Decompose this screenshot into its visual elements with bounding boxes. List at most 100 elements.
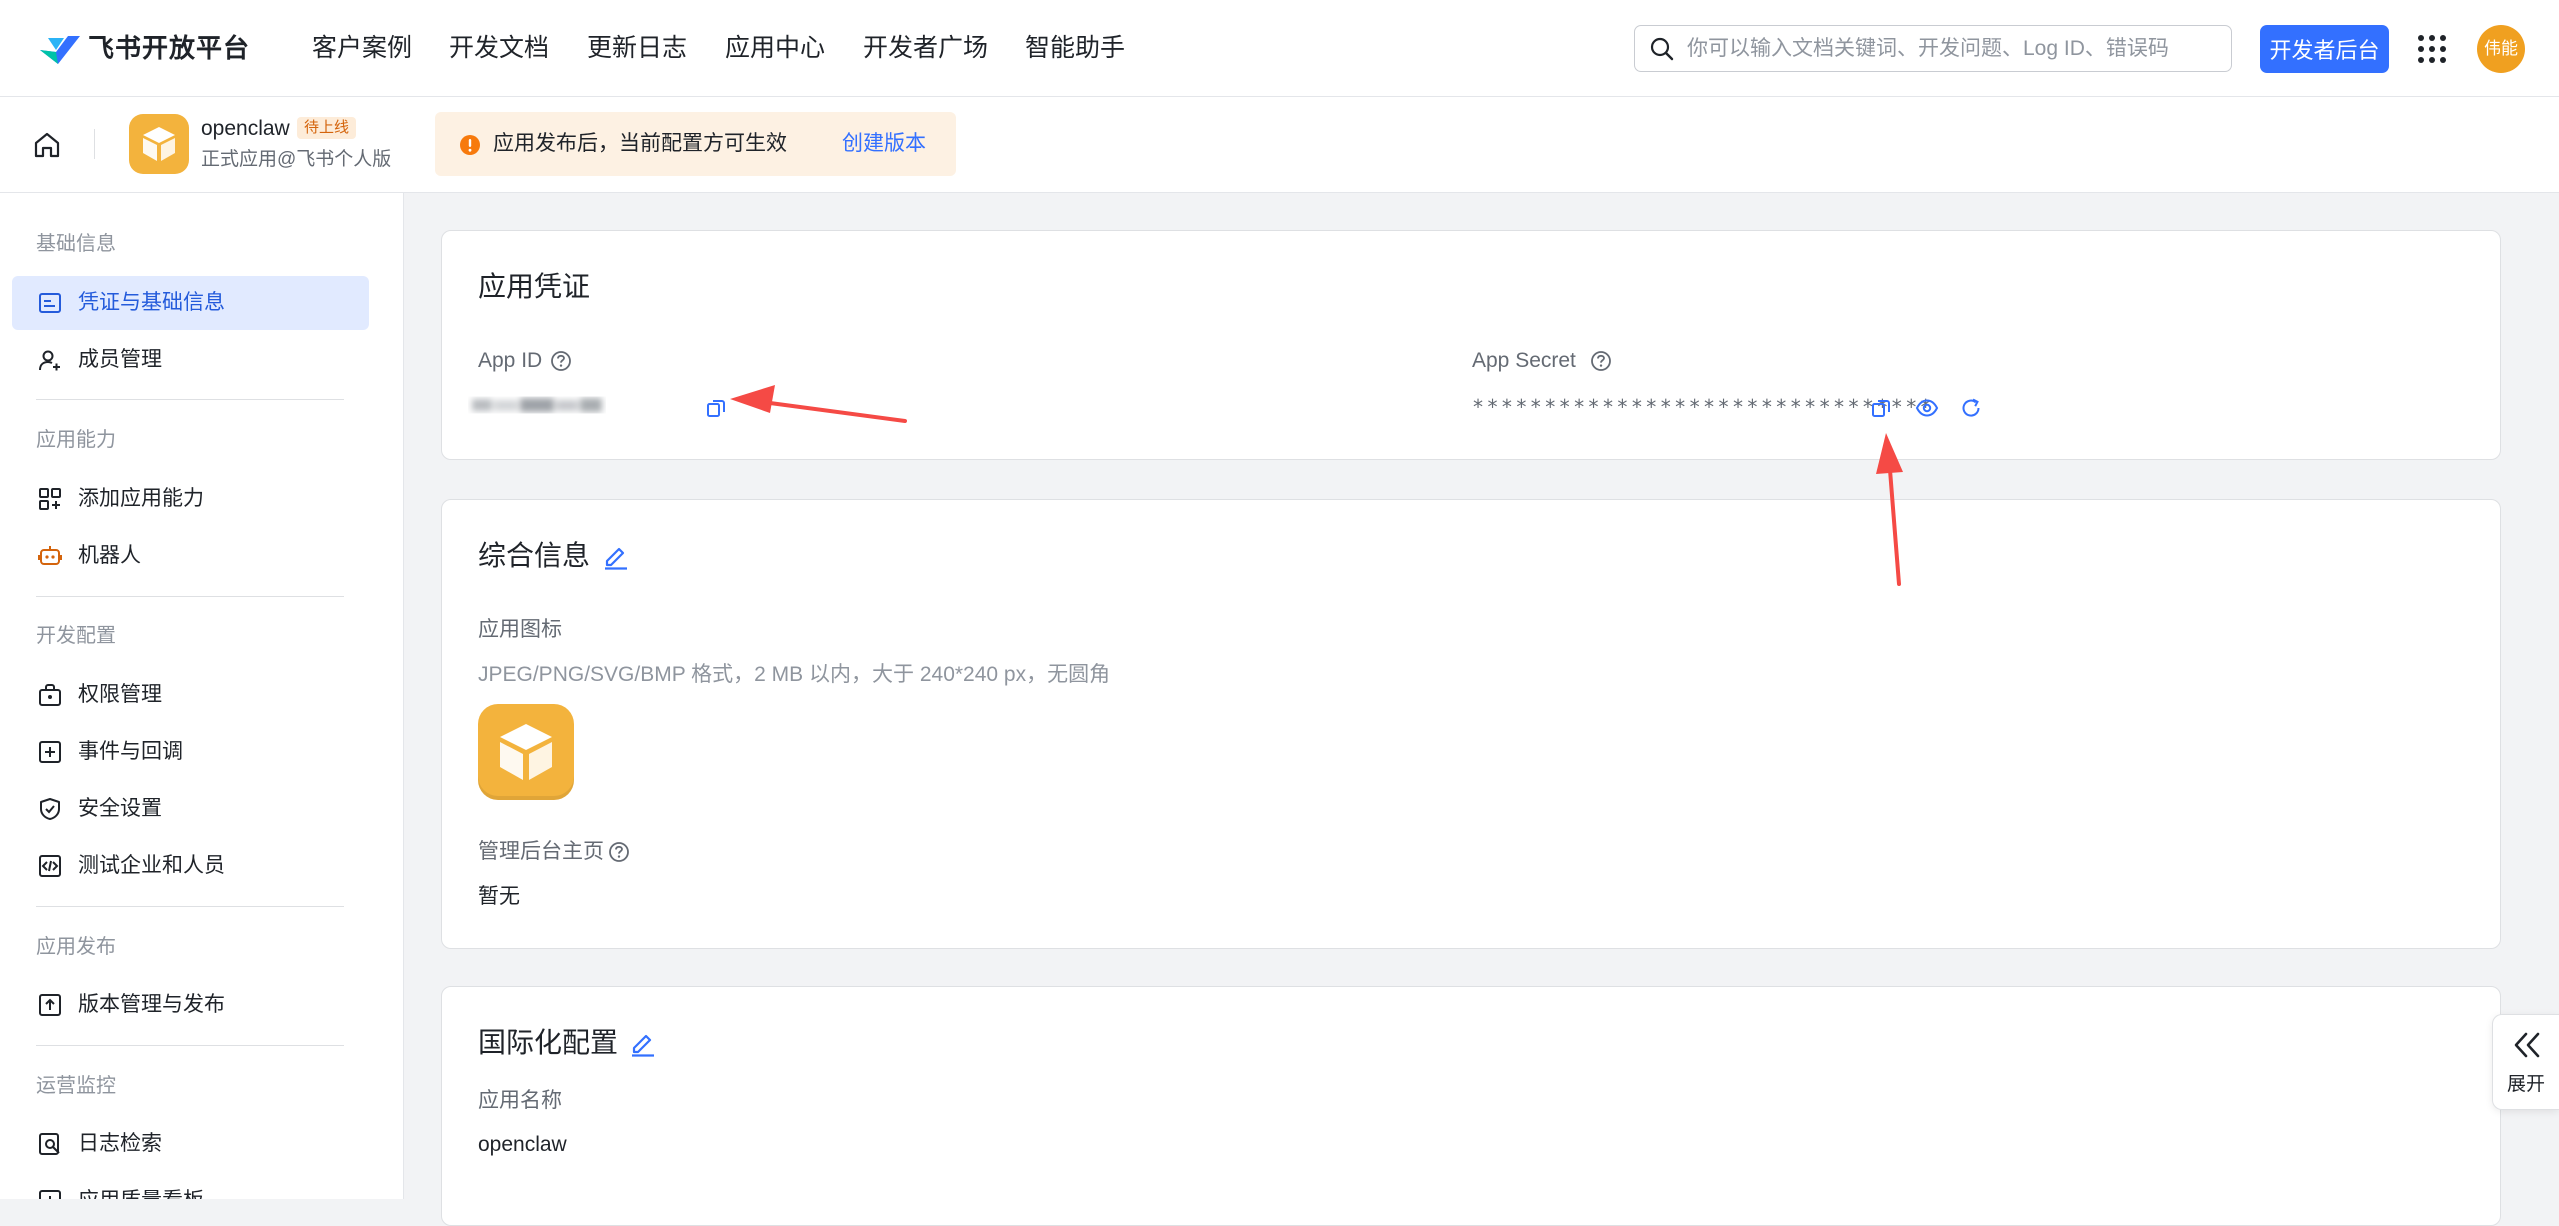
sidebar-item-label: 安全设置	[78, 797, 162, 820]
search-input[interactable]	[1687, 32, 2217, 66]
sidebar-divider	[36, 906, 344, 907]
general-info-title: 综合信息	[478, 540, 591, 571]
developer-console-button[interactable]: 开发者后台	[2260, 25, 2389, 73]
header-divider	[94, 129, 95, 159]
sidebar-item-label: 测试企业和人员	[78, 854, 225, 877]
user-avatar[interactable]: 伟能	[2477, 25, 2525, 73]
app-name-label: 应用名称	[478, 1089, 562, 1112]
app-header: openclaw 待上线 正式应用@飞书个人版 应用发布后，当前配置方可生效 创…	[0, 97, 2559, 193]
sidebar-item-label: 添加应用能力	[78, 487, 204, 510]
nav-ai-assistant[interactable]: 智能助手	[1025, 30, 1125, 66]
app-id-label: App ID	[478, 349, 543, 372]
expand-label: 展开	[2507, 1074, 2546, 1095]
general-info-card: 综合信息 应用图标 JPEG/PNG/SVG/BMP 格式，2 MB 以内，大于…	[441, 499, 2501, 949]
sidebar-group-release: 应用发布	[36, 936, 116, 958]
sidebar-item-add-ability[interactable]: 添加应用能力	[12, 472, 369, 526]
sidebar-group-app-abilities: 应用能力	[36, 429, 116, 451]
cube-icon	[500, 724, 552, 780]
nav-customer-cases[interactable]: 客户案例	[312, 30, 412, 66]
copy-app-secret-icon[interactable]	[1870, 397, 1892, 419]
app-icon	[129, 114, 189, 174]
credentials-card: 应用凭证 App ID App Secret *****************…	[441, 230, 2501, 460]
member-icon	[39, 350, 60, 371]
sidebar-divider	[36, 596, 344, 597]
sidebar-group-basic-info: 基础信息	[36, 233, 116, 255]
sidebar-item-test-tenants[interactable]: 测试企业和人员	[12, 839, 369, 893]
sidebar-item-credentials[interactable]: 凭证与基础信息	[12, 276, 369, 330]
sidebar-item-label: 权限管理	[78, 683, 162, 706]
i18n-card: 国际化配置 应用名称 openclaw	[441, 986, 2501, 1226]
sidebar-item-label: 应用质量看板	[78, 1186, 204, 1199]
credentials-title: 应用凭证	[478, 271, 591, 302]
app-secret-value: ********************************	[1472, 395, 1935, 419]
sidebar: 基础信息 凭证与基础信息 成员管理 应用能力 添加应用能力 机器人 开发配置 权…	[0, 193, 404, 1199]
home-icon[interactable]	[32, 130, 62, 160]
event-icon	[39, 741, 61, 763]
edit-i18n-icon[interactable]	[629, 1029, 657, 1057]
help-icon[interactable]	[1590, 350, 1612, 372]
permission-icon	[39, 684, 61, 706]
notice-text: 应用发布后，当前配置方可生效	[493, 132, 787, 155]
nav-dev-square[interactable]: 开发者广场	[863, 30, 988, 66]
sidebar-item-label: 成员管理	[78, 348, 162, 371]
sidebar-item-members[interactable]: 成员管理	[12, 333, 369, 387]
help-icon[interactable]	[608, 841, 630, 863]
nav-dev-docs[interactable]: 开发文档	[449, 30, 549, 66]
sidebar-item-label: 版本管理与发布	[78, 993, 225, 1016]
app-name-value: openclaw	[478, 1133, 567, 1156]
upload-icon	[39, 994, 61, 1016]
publish-notice: 应用发布后，当前配置方可生效 创建版本	[435, 112, 956, 176]
sidebar-group-dev-config: 开发配置	[36, 625, 116, 647]
search-icon	[1650, 37, 1674, 61]
sidebar-item-permissions[interactable]: 权限管理	[12, 668, 369, 722]
sidebar-item-label: 凭证与基础信息	[78, 291, 225, 314]
robot-icon	[38, 546, 62, 565]
app-subtitle: 正式应用@飞书个人版	[201, 149, 392, 170]
sidebar-item-events[interactable]: 事件与回调	[12, 725, 369, 779]
sidebar-item-label: 日志检索	[78, 1132, 162, 1155]
admin-home-value: 暂无	[478, 885, 520, 908]
copy-app-id-icon[interactable]	[705, 397, 727, 419]
expand-panel-button[interactable]: 展开	[2492, 1014, 2559, 1110]
cube-icon	[143, 127, 175, 161]
top-navbar: 飞书开放平台 客户案例 开发文档 更新日志 应用中心 开发者广场 智能助手 开发…	[0, 0, 2559, 97]
show-secret-eye-icon[interactable]	[1915, 397, 1939, 419]
sidebar-group-monitoring: 运营监控	[36, 1075, 116, 1097]
add-ability-icon	[39, 488, 61, 510]
sidebar-item-label: 事件与回调	[78, 740, 183, 763]
sidebar-item-security[interactable]: 安全设置	[12, 782, 369, 836]
help-icon[interactable]	[550, 350, 572, 372]
shield-icon	[40, 798, 60, 820]
status-badge: 待上线	[297, 117, 357, 139]
app-icon-preview[interactable]	[478, 704, 574, 800]
app-secret-label: App Secret	[1472, 349, 1576, 372]
warning-icon	[460, 135, 480, 155]
code-icon	[39, 855, 61, 877]
i18n-title: 国际化配置	[478, 1027, 619, 1058]
reset-secret-icon[interactable]	[1960, 397, 1982, 419]
sidebar-divider	[36, 399, 344, 400]
nav-changelog[interactable]: 更新日志	[587, 30, 687, 66]
app-id-value-blurred	[472, 398, 602, 412]
sidebar-item-quality-dashboard[interactable]: 应用质量看板	[12, 1174, 369, 1199]
log-search-icon	[39, 1133, 60, 1155]
create-version-link[interactable]: 创建版本	[842, 129, 926, 159]
search-box[interactable]	[1634, 25, 2232, 72]
app-icon-label: 应用图标	[478, 618, 562, 641]
admin-home-label: 管理后台主页	[478, 840, 604, 863]
sidebar-item-log-search[interactable]: 日志检索	[12, 1117, 369, 1171]
edit-general-icon[interactable]	[602, 542, 630, 570]
apps-grid-icon[interactable]	[2417, 34, 2447, 64]
sidebar-divider	[36, 1045, 344, 1046]
sidebar-item-robot[interactable]: 机器人	[12, 529, 369, 583]
nav-app-center[interactable]: 应用中心	[725, 30, 825, 66]
sidebar-item-label: 机器人	[78, 544, 141, 567]
credential-icon	[39, 293, 61, 313]
dashboard-icon	[39, 1190, 61, 1199]
sidebar-item-versions[interactable]: 版本管理与发布	[12, 978, 369, 1032]
app-name: openclaw	[201, 117, 290, 140]
app-icon-hint: JPEG/PNG/SVG/BMP 格式，2 MB 以内，大于 240*240 p…	[478, 663, 1111, 686]
feishu-logo-icon[interactable]	[38, 30, 82, 66]
double-chevron-left-icon	[2514, 1032, 2540, 1058]
brand-title[interactable]: 飞书开放平台	[88, 30, 250, 66]
